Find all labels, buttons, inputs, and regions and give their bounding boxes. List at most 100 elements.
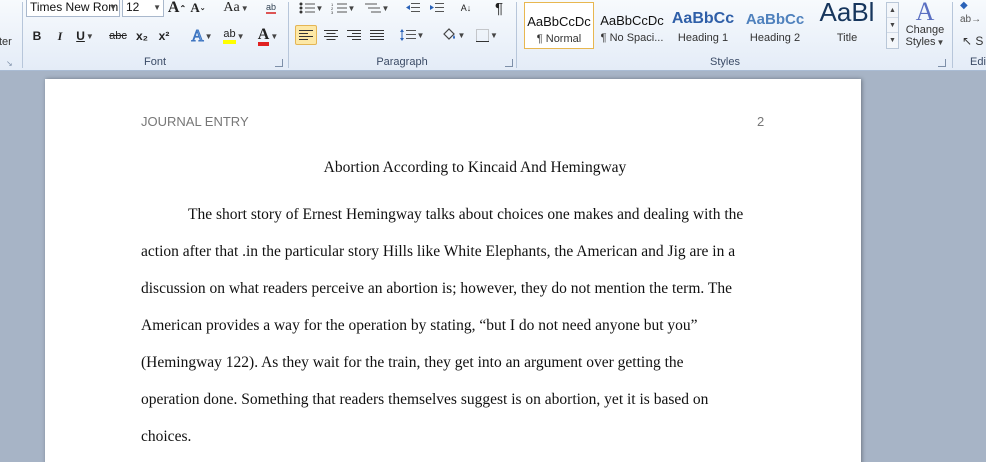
find-icon[interactable]: ◆: [960, 0, 968, 11]
font-size-dropdown[interactable]: 12 ▼: [122, 0, 164, 17]
style-heading-2[interactable]: AaBbCc Heading 2: [740, 2, 810, 49]
body-line: American provides a way for the operatio…: [141, 317, 698, 334]
gallery-more-icon[interactable]: ▼: [887, 33, 898, 48]
font-size-value: 12: [126, 0, 140, 14]
clear-formatting-button[interactable]: ab: [262, 0, 280, 18]
clipboard-partial-label[interactable]: ter: [0, 36, 12, 48]
subscript-button[interactable]: x₂: [134, 26, 150, 46]
multilevel-list-button[interactable]: ▼: [364, 0, 390, 18]
change-styles-button[interactable]: A Change Styles▼: [902, 0, 948, 52]
underline-button[interactable]: U ▼: [74, 26, 96, 46]
align-right-button[interactable]: [343, 25, 365, 45]
align-center-button[interactable]: [320, 25, 342, 45]
bold-icon: B: [32, 29, 42, 43]
strikethrough-button[interactable]: abc: [108, 26, 128, 46]
style-name: ¶ No Spaci...: [600, 32, 664, 44]
bullets-icon: [299, 2, 315, 14]
style-name: Heading 1: [677, 32, 729, 44]
chevron-down-icon: ▼: [153, 3, 161, 12]
style-preview: AaBbCcDc: [527, 14, 591, 29]
scroll-down-icon[interactable]: ▼: [887, 18, 898, 33]
borders-button[interactable]: ▼: [474, 25, 500, 45]
page-number: 2: [757, 114, 765, 129]
increase-indent-icon: [430, 3, 444, 12]
underline-icon: U: [76, 29, 85, 43]
body-line: action after that .in the particular sto…: [141, 243, 736, 260]
line-spacing-icon: [399, 29, 416, 41]
select-icon[interactable]: ↖ S: [962, 34, 983, 48]
font-dialog-launcher-icon[interactable]: [275, 59, 283, 67]
align-left-icon: [299, 29, 313, 40]
group-separator: [952, 2, 953, 68]
style-preview: AaBbCc: [745, 11, 805, 28]
align-right-icon: [347, 29, 361, 40]
decrease-indent-icon: [406, 3, 420, 12]
style-preview: AaBbCc: [671, 10, 735, 27]
subscript-icon: x₂: [135, 29, 148, 43]
text-effects-icon: A: [191, 26, 204, 46]
shrink-font-button[interactable]: A ⌄: [190, 0, 206, 18]
paint-bucket-icon: [442, 28, 455, 40]
align-left-button[interactable]: [295, 25, 317, 45]
shrink-font-icon: A: [190, 0, 200, 15]
justify-button[interactable]: [366, 25, 388, 45]
change-styles-label-line1: Change: [905, 24, 945, 36]
decrease-indent-button[interactable]: [404, 0, 422, 18]
body-line: (Hemingway 122). As they wait for the tr…: [141, 354, 684, 371]
highlight-button[interactable]: ab ▼: [220, 26, 248, 46]
document-title: Abortion According to Kincaid And Heming…: [323, 159, 627, 176]
pilcrow-icon: ¶: [494, 0, 504, 17]
style-normal[interactable]: AaBbCcDc ¶ Normal: [524, 2, 594, 49]
replace-icon[interactable]: ab→: [960, 14, 981, 25]
bold-button[interactable]: B: [29, 26, 45, 46]
styles-dialog-launcher-icon[interactable]: [938, 59, 946, 67]
editing-group-label-partial: Edi: [970, 56, 986, 68]
chevron-down-icon: ▼: [109, 3, 117, 12]
change-case-button[interactable]: Aa ▼: [222, 0, 250, 18]
styles-group-label: Styles: [710, 56, 740, 68]
superscript-icon: x²: [158, 29, 170, 43]
style-heading-1[interactable]: AaBbCc Heading 1: [668, 2, 738, 49]
style-name: ¶ Normal: [536, 33, 582, 45]
body-line: choices.: [141, 428, 192, 445]
italic-button[interactable]: I: [52, 26, 68, 46]
clipboard-launcher-icon[interactable]: ↘: [6, 59, 13, 68]
style-name: Title: [836, 32, 858, 44]
sort-icon: A↓: [460, 3, 472, 13]
style-no-spacing[interactable]: AaBbCcDc ¶ No Spaci...: [597, 2, 667, 49]
show-hide-button[interactable]: ¶: [490, 0, 508, 18]
increase-indent-button[interactable]: [428, 0, 446, 18]
style-title[interactable]: AaBl Title: [812, 2, 882, 49]
scroll-up-icon[interactable]: ▲: [887, 3, 898, 18]
body-line: The short story of Ernest Hemingway talk…: [188, 206, 744, 223]
numbering-button[interactable]: 1 2 3 ▼: [330, 0, 356, 18]
body-line: operation done. Something that readers t…: [141, 391, 709, 408]
text-effects-button[interactable]: A ▼: [190, 26, 214, 46]
font-color-button[interactable]: A ▼: [254, 26, 282, 46]
font-name-dropdown[interactable]: Times New Rom ▼: [26, 0, 120, 17]
paragraph-dialog-launcher-icon[interactable]: [505, 59, 513, 67]
document-page[interactable]: JOURNAL ENTRY 2 Abortion According to Ki…: [45, 79, 861, 462]
document-body[interactable]: The short story of Ernest Hemingway talk…: [141, 205, 765, 462]
justify-icon: [370, 29, 384, 40]
shading-button[interactable]: ▼: [440, 25, 466, 45]
italic-icon: I: [57, 28, 63, 43]
bullets-button[interactable]: ▼: [298, 0, 324, 18]
font-name-value: Times New Rom: [30, 0, 119, 14]
styles-gallery-scroll[interactable]: ▲ ▼ ▼: [886, 2, 899, 49]
numbering-icon: 123: [331, 2, 347, 14]
grow-font-icon: A: [167, 0, 180, 16]
body-line: discussion on what readers perceive an a…: [141, 280, 732, 297]
change-styles-label-line2: Styles: [905, 36, 936, 48]
multilevel-list-icon: [364, 3, 381, 13]
grow-font-button[interactable]: A ⌃: [168, 0, 186, 18]
font-color-icon: A: [257, 26, 270, 46]
superscript-button[interactable]: x²: [156, 26, 172, 46]
sort-button[interactable]: A↓: [456, 0, 476, 18]
style-name: Heading 2: [749, 32, 801, 44]
line-spacing-button[interactable]: ▼: [398, 25, 426, 45]
change-styles-icon: A: [915, 0, 935, 26]
change-case-icon: Aa: [223, 0, 240, 15]
font-group-label: Font: [143, 56, 166, 68]
ribbon: ter ↘ Times New Rom ▼ 12 ▼ A ⌃ A ⌄ Aa ▼ ab …: [0, 0, 986, 71]
